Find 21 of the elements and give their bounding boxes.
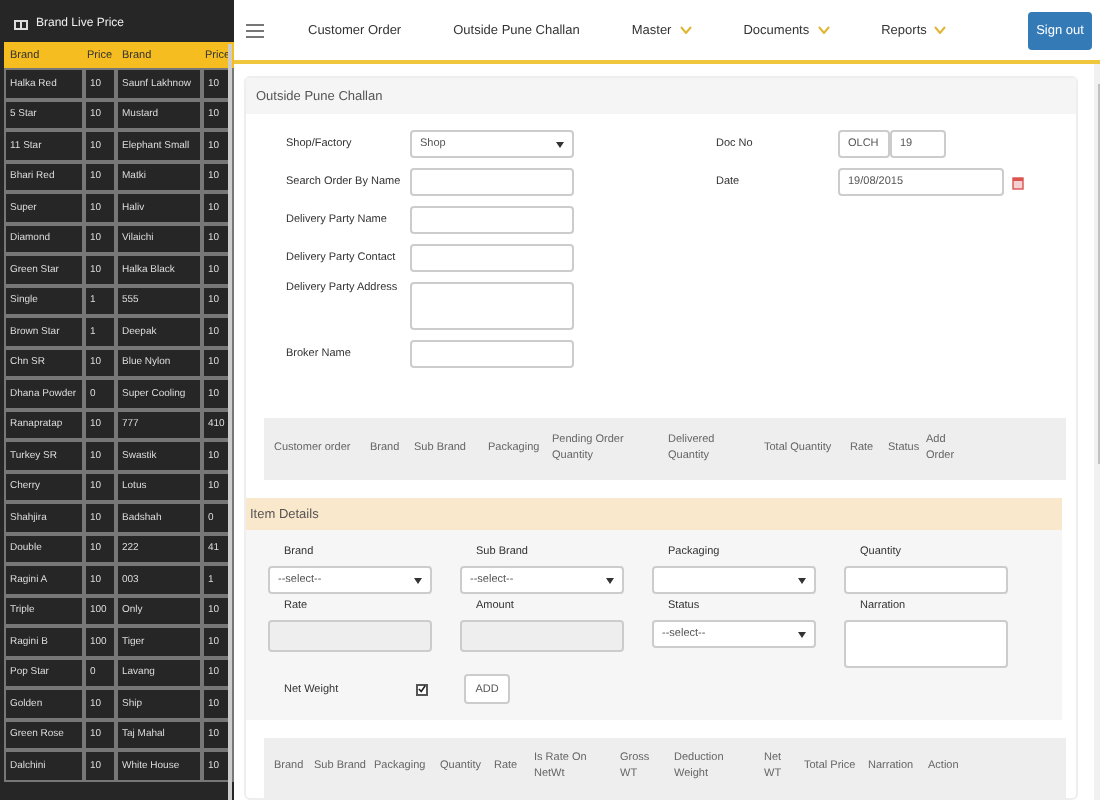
input-field[interactable]: [410, 168, 574, 196]
dropdown-caret-icon: [798, 577, 806, 583]
chevron-down-icon: [817, 26, 830, 34]
checkbox[interactable]: [416, 683, 428, 695]
input-field[interactable]: [410, 244, 574, 272]
input-field[interactable]: [844, 566, 1008, 594]
dropdown-caret-icon: [556, 141, 564, 147]
select-field[interactable]: [652, 566, 816, 594]
input-field[interactable]: [410, 206, 574, 234]
calendar-icon[interactable]: [1012, 175, 1024, 189]
scrollbar[interactable]: [228, 44, 232, 800]
input-field[interactable]: [410, 340, 574, 368]
dropdown-caret-icon: [414, 577, 422, 583]
chevron-down-icon: [679, 26, 692, 34]
dropdown-caret-icon: [606, 577, 614, 583]
textarea-field[interactable]: [844, 620, 1008, 668]
menu-icon[interactable]: [246, 23, 264, 37]
textarea-field[interactable]: [410, 282, 574, 330]
table-icon: [14, 19, 28, 29]
dropdown-caret-icon: [798, 631, 806, 637]
chevron-down-icon: [934, 26, 947, 34]
